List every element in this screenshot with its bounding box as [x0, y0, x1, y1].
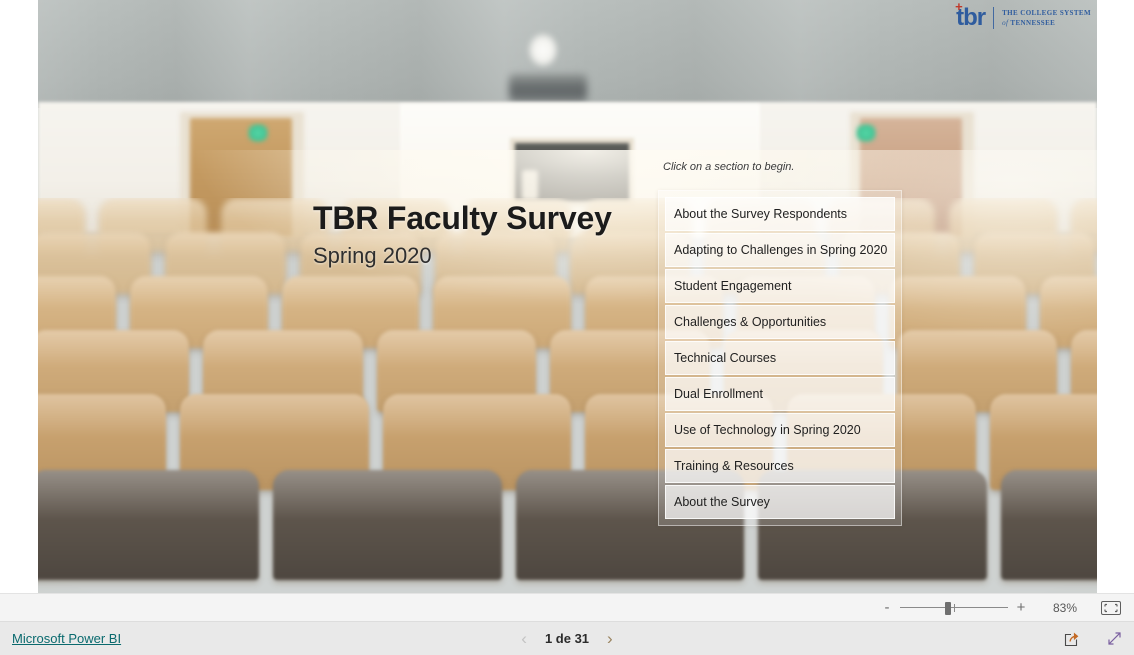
nav-item-adapting-to-challenges-in-spring-2020[interactable]: Adapting to Challenges in Spring 2020: [665, 233, 895, 267]
logo-tagline: THE COLLEGE SYSTEM of TENNESSEE: [1002, 8, 1091, 28]
nav-item-label: Student Engagement: [674, 279, 792, 293]
background-object: [522, 170, 538, 200]
status-bar-actions: [1062, 629, 1124, 649]
zoom-slider[interactable]: [900, 600, 1008, 616]
microsoft-power-bi-link[interactable]: Microsoft Power BI: [12, 631, 121, 646]
nav-item-label: Challenges & Opportunities: [674, 315, 827, 329]
tbr-wordmark: + tbr: [955, 0, 986, 30]
tbr-cross-icon: +: [955, 0, 963, 14]
nav-item-use-of-technology-in-spring-2020[interactable]: Use of Technology in Spring 2020: [665, 413, 895, 447]
zoom-toolbar: - + 83%: [0, 593, 1134, 622]
background-equipment: [509, 74, 588, 102]
report-page: + tbr THE COLLEGE SYSTEM of TENNESSEE TB…: [38, 0, 1097, 593]
page-subtitle: Spring 2020: [313, 242, 432, 268]
nav-item-label: Use of Technology in Spring 2020: [674, 423, 861, 437]
nav-item-label: About the Survey Respondents: [674, 207, 848, 221]
nav-item-label: Training & Resources: [674, 459, 794, 473]
nav-item-about-the-survey[interactable]: About the Survey: [665, 485, 895, 519]
page-title: TBR Faculty Survey: [313, 200, 612, 236]
nav-item-label: Adapting to Challenges in Spring 2020: [674, 243, 888, 257]
logo-tagline-line1: THE COLLEGE SYSTEM: [1002, 9, 1091, 17]
logo-divider: [993, 7, 995, 29]
nav-item-label: Dual Enrollment: [674, 387, 763, 401]
nav-item-dual-enrollment[interactable]: Dual Enrollment: [665, 377, 895, 411]
nav-item-challenges-and-opportunities[interactable]: Challenges & Opportunities: [665, 305, 895, 339]
nav-item-label: Technical Courses: [674, 351, 777, 365]
zoom-slider-thumb[interactable]: [945, 601, 951, 615]
zoom-in-button[interactable]: +: [1012, 600, 1030, 615]
title-block: TBR Faculty Survey Spring 2020: [313, 200, 612, 269]
background-exit-sign-right: [856, 124, 876, 142]
zoom-out-button[interactable]: -: [878, 600, 896, 615]
fit-to-page-icon[interactable]: [1098, 598, 1124, 618]
section-navigation-panel: About the Survey Respondents Adapting to…: [658, 190, 902, 526]
seat-row: [38, 470, 1097, 580]
page-navigation: ‹ 1 de 31 ›: [521, 630, 612, 647]
logo-tagline-line2: TENNESSEE: [1010, 19, 1056, 27]
nav-item-label: About the Survey: [674, 495, 770, 509]
previous-page-button[interactable]: ‹: [521, 630, 527, 647]
background-exit-sign-left: [248, 124, 268, 142]
zoom-slider-tick: [954, 603, 955, 612]
zoom-level-value: 83%: [1052, 600, 1078, 615]
fullscreen-icon[interactable]: [1104, 629, 1124, 649]
nav-item-training-and-resources[interactable]: Training & Resources: [665, 449, 895, 483]
status-bar: Microsoft Power BI ‹ 1 de 31 ›: [0, 622, 1134, 655]
page-indicator: 1 de 31: [544, 631, 590, 646]
nav-item-technical-courses[interactable]: Technical Courses: [665, 341, 895, 375]
powerbi-report-viewer: + tbr THE COLLEGE SYSTEM of TENNESSEE TB…: [0, 0, 1134, 655]
background-photo: [38, 0, 1097, 593]
nav-item-student-engagement[interactable]: Student Engagement: [665, 269, 895, 303]
navigation-hint: Click on a section to begin.: [663, 161, 795, 173]
logo-tagline-of: of: [1002, 19, 1009, 27]
share-icon[interactable]: [1062, 629, 1082, 649]
nav-item-about-the-survey-respondents[interactable]: About the Survey Respondents: [665, 197, 895, 231]
next-page-button[interactable]: ›: [607, 630, 613, 647]
report-canvas-area: + tbr THE COLLEGE SYSTEM of TENNESSEE TB…: [0, 0, 1134, 593]
tbr-logo: + tbr THE COLLEGE SYSTEM of TENNESSEE: [955, 0, 1091, 30]
